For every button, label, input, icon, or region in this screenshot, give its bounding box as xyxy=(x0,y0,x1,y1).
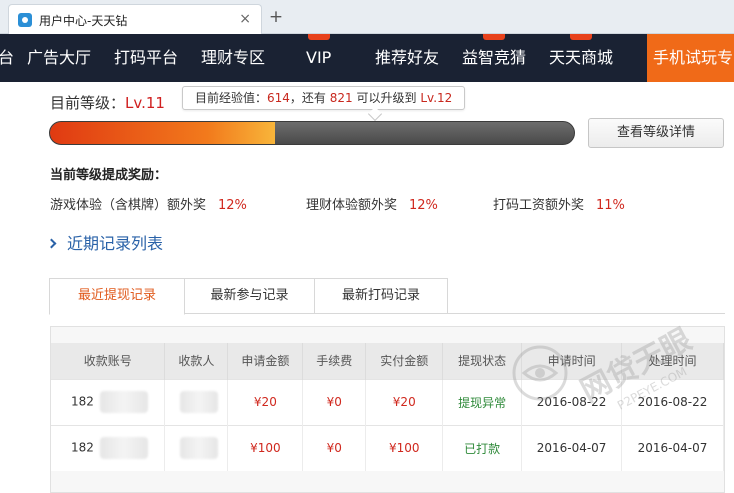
cell-processed: 2016-04-07 xyxy=(621,424,724,471)
browser-tab-bar: 用户中心-天天钻 × + xyxy=(0,0,734,34)
recent-records-link[interactable]: 近期记录列表 xyxy=(46,230,164,254)
cell-applied: 2016-08-22 xyxy=(521,378,623,425)
cell-status: 提现异常 xyxy=(442,378,523,425)
tooltip-mid2: 可以升级到 xyxy=(356,91,417,105)
remaining-exp: 821 xyxy=(329,91,353,105)
user-center-content: 目前等级：Lv.11 目前经验值：614，还有 821 可以升级到 Lv.12 … xyxy=(0,82,734,493)
masked-payee xyxy=(180,437,219,460)
account-prefix: 182 xyxy=(71,440,94,455)
next-level: Lv.12 xyxy=(420,91,453,105)
tab-recent-participation[interactable]: 最新参与记录 xyxy=(184,278,315,314)
table-row: 182 ¥20 ¥0 ¥20 提现异常 2016-08-22 2016-08-2… xyxy=(51,378,724,425)
masked-payee xyxy=(180,391,219,413)
level-progress-bar xyxy=(49,121,575,145)
nav-marker xyxy=(570,34,592,40)
masked-account xyxy=(99,391,148,413)
bonus-captcha-label: 打码工资额外奖 xyxy=(493,198,585,213)
cell-account: 182 xyxy=(51,378,166,425)
withdrawal-table: 收款账号 收款人 申请金额 手续费 实付金额 提现状态 申请时间 处理时间 18… xyxy=(51,343,724,471)
masked-account xyxy=(99,437,148,460)
nav-item-mobile-trial[interactable]: 手机试玩专 xyxy=(647,34,734,82)
bonus-captcha-value: 11% xyxy=(596,198,625,213)
close-tab-icon[interactable]: × xyxy=(239,11,251,27)
nav-item-finance[interactable]: 理财专区 xyxy=(201,34,265,82)
col-payee: 收款人 xyxy=(164,343,229,379)
account-prefix: 182 xyxy=(71,394,94,409)
col-amount: 申请金额 xyxy=(227,343,304,379)
nav-mall-label: 天天商城 xyxy=(549,48,614,67)
bonus-heading: 当前等级提成奖励： xyxy=(50,168,168,183)
bonus-game-value: 12% xyxy=(218,198,247,213)
bonus-finance: 理财体验额外奖 12% xyxy=(306,194,438,213)
bonus-finance-value: 12% xyxy=(409,198,438,213)
new-tab-button[interactable]: + xyxy=(266,6,286,28)
experience-tooltip: 目前经验值：614，还有 821 可以升级到 Lv.12 xyxy=(182,86,466,110)
withdrawal-table-container: 收款账号 收款人 申请金额 手续费 实付金额 提现状态 申请时间 处理时间 18… xyxy=(50,326,725,493)
record-tabs: 最近提现记录 最新参与记录 最新打码记录 xyxy=(49,278,725,315)
chevron-right-icon xyxy=(46,238,57,249)
nav-marker xyxy=(307,34,330,40)
exp-value: 614 xyxy=(267,91,290,105)
cell-paid: ¥20 xyxy=(365,378,444,425)
nav-item-ad-hall[interactable]: 广告大厅 xyxy=(27,34,91,82)
cell-fee: ¥0 xyxy=(302,424,367,471)
bonus-captcha: 打码工资额外奖 11% xyxy=(493,194,625,213)
cell-processed: 2016-08-22 xyxy=(621,378,724,425)
col-paid: 实付金额 xyxy=(365,343,444,379)
level-value: Lv.11 xyxy=(125,94,165,112)
nav-item-captcha[interactable]: 打码平台 xyxy=(114,34,178,82)
level-label: 目前等级： xyxy=(50,94,126,112)
nav-item-truncated[interactable]: 台 xyxy=(0,34,14,82)
main-nav: 台 广告大厅 打码平台 理财专区 VIP 推荐好友 益智竞猜 天天商城 手机试玩… xyxy=(0,34,734,82)
nav-quiz-label: 益智竞猜 xyxy=(462,48,527,67)
bonus-game: 游戏体验（含棋牌）额外奖 12% xyxy=(50,194,247,213)
nav-item-referral[interactable]: 推荐好友 xyxy=(375,34,439,82)
cell-payee xyxy=(164,378,229,425)
cell-amount: ¥20 xyxy=(227,378,304,425)
table-row: 182 ¥100 ¥0 ¥100 已打款 2016-04-07 2016-04-… xyxy=(51,424,724,471)
tab-title: 用户中心-天天钻 xyxy=(39,14,128,28)
col-account: 收款账号 xyxy=(51,343,166,379)
col-processed: 处理时间 xyxy=(621,343,724,379)
site-favicon-icon xyxy=(18,13,32,27)
col-fee: 手续费 xyxy=(302,343,367,379)
cell-status: 已打款 xyxy=(442,424,523,471)
cell-account: 182 xyxy=(51,424,166,471)
tooltip-prefix: 目前经验值： xyxy=(195,91,268,105)
cell-amount: ¥100 xyxy=(227,424,304,471)
table-header-row: 收款账号 收款人 申请金额 手续费 实付金额 提现状态 申请时间 处理时间 xyxy=(51,343,724,379)
bonus-game-label: 游戏体验（含棋牌）额外奖 xyxy=(50,198,207,213)
records-link-label: 近期记录列表 xyxy=(67,234,164,253)
cell-payee xyxy=(164,424,229,471)
bonus-finance-label: 理财体验额外奖 xyxy=(306,198,398,213)
level-progress-fill xyxy=(50,122,276,144)
cell-paid: ¥100 xyxy=(365,424,444,471)
cell-fee: ¥0 xyxy=(302,378,367,425)
nav-item-quiz[interactable]: 益智竞猜 xyxy=(462,34,526,82)
nav-item-vip[interactable]: VIP xyxy=(306,34,331,82)
tab-recent-captcha[interactable]: 最新打码记录 xyxy=(314,278,448,314)
browser-tab[interactable]: 用户中心-天天钻 × xyxy=(8,4,262,34)
nav-vip-label: VIP xyxy=(306,48,332,67)
tab-recent-withdrawals[interactable]: 最近提现记录 xyxy=(49,278,185,315)
nav-item-mall[interactable]: 天天商城 xyxy=(549,34,613,82)
cell-applied: 2016-04-07 xyxy=(521,424,623,471)
tooltip-mid: ，还有 xyxy=(289,91,326,105)
view-level-details-button[interactable]: 查看等级详情 xyxy=(588,118,724,148)
current-level: 目前等级：Lv.11 xyxy=(50,92,165,113)
col-status: 提现状态 xyxy=(442,343,523,379)
nav-marker xyxy=(483,34,505,40)
col-applied: 申请时间 xyxy=(521,343,623,379)
